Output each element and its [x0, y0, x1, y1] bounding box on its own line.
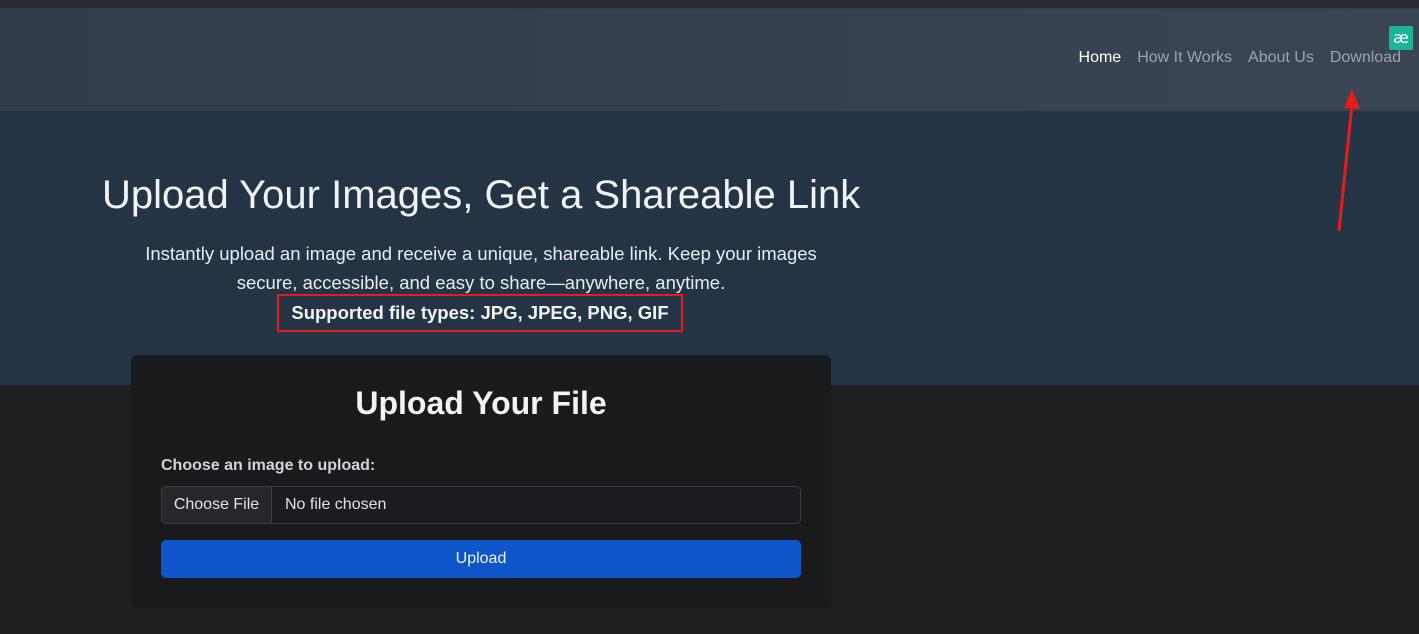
- browser-top-strip: [0, 0, 1419, 9]
- hero-title: Upload Your Images, Get a Shareable Link: [102, 173, 861, 217]
- file-input[interactable]: Choose File No file chosen: [161, 486, 801, 524]
- hero-section: Upload Your Images, Get a Shareable Link…: [0, 111, 1419, 385]
- navbar: æ Home How It Works About Us Download: [0, 9, 1419, 111]
- file-field-label: Choose an image to upload:: [161, 457, 376, 474]
- hero-description: Instantly upload an image and receive a …: [145, 243, 817, 293]
- upload-button[interactable]: Upload: [161, 540, 801, 578]
- file-status-text: No file chosen: [285, 496, 387, 513]
- upload-card: Upload Your File Choose an image to uplo…: [131, 355, 831, 608]
- nav-link-about-us[interactable]: About Us: [1248, 49, 1314, 67]
- upload-card-title: Upload Your File: [355, 385, 607, 421]
- nav-link-home[interactable]: Home: [1079, 49, 1122, 67]
- supported-types-highlight: Supported file types: JPG, JPEG, PNG, GI…: [277, 294, 683, 332]
- nav-link-how-it-works[interactable]: How It Works: [1137, 49, 1232, 67]
- extension-badge-icon[interactable]: æ: [1389, 26, 1413, 50]
- nav-links: Home How It Works About Us Download: [1079, 49, 1401, 67]
- supported-file-types: Supported file types: JPG, JPEG, PNG, GI…: [291, 302, 669, 323]
- choose-file-button[interactable]: Choose File: [162, 487, 272, 523]
- nav-link-download[interactable]: Download: [1330, 49, 1401, 67]
